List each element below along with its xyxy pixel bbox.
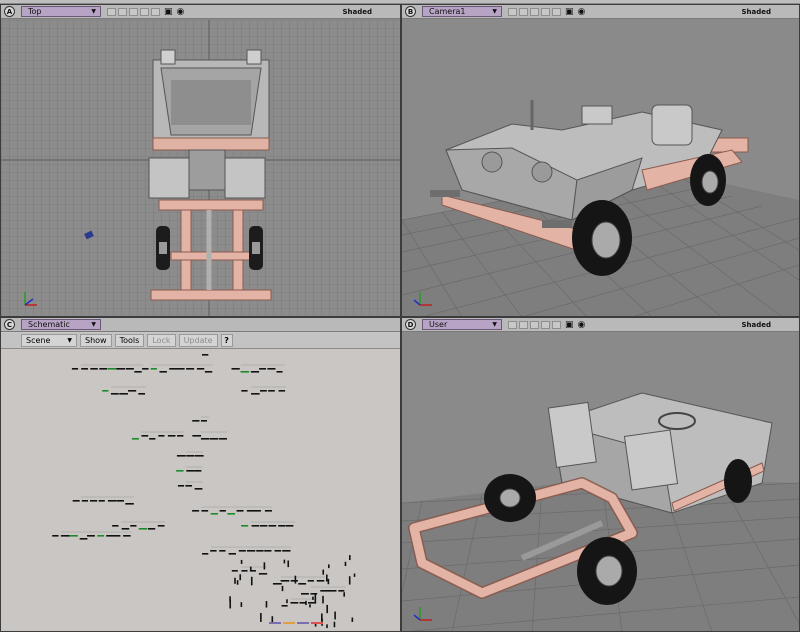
viewport-letter[interactable]: A (4, 6, 15, 17)
viewport-schematic[interactable]: C Schematic ▼ Scene ▼ Show Tools Lock Upda… (0, 317, 401, 632)
viewport-camera1[interactable]: B Camera1 ▼ ▣ ◉ Shaded (401, 4, 800, 317)
eye-icon[interactable]: ◉ (177, 7, 185, 17)
viewport-view-label: Camera1 (429, 7, 466, 16)
viewport-toggle-boxes[interactable] (508, 7, 561, 16)
viewport-header: A Top ▼ ▣ ◉ Shaded (1, 5, 400, 19)
scene-dropdown[interactable]: Scene ▼ (21, 334, 77, 347)
viewport-canvas[interactable] (1, 20, 400, 316)
viewport-toggle-boxes[interactable] (107, 7, 160, 16)
viewport-view-menu[interactable]: Top ▼ (21, 6, 101, 17)
chevron-down-icon: ▼ (67, 337, 72, 344)
viewport-letter[interactable]: B (405, 6, 416, 17)
viewport-view-label: User (429, 320, 448, 329)
show-menu-button[interactable]: Show (80, 334, 112, 347)
jeep-top-view[interactable] (148, 49, 272, 301)
tools-menu-button[interactable]: Tools (114, 334, 145, 347)
viewport-shading-mode[interactable]: Shaded (741, 8, 771, 16)
viewport-view-label: Schematic (28, 320, 70, 329)
viewport-canvas[interactable] (402, 20, 799, 316)
camera-icon[interactable]: ▣ (164, 7, 173, 17)
viewport-view-menu[interactable]: Camera1 ▼ (422, 6, 502, 17)
viewport-user[interactable]: D User ▼ ▣ ◉ Shaded (401, 317, 800, 632)
eye-icon[interactable]: ◉ (578, 320, 586, 330)
camera-icon[interactable]: ▣ (565, 320, 574, 330)
lock-button[interactable]: Lock (147, 334, 176, 347)
viewport-menu-arrow-icon: ▼ (492, 321, 497, 328)
viewport-shading-mode[interactable]: Shaded (741, 321, 771, 329)
schematic-toolbar: Scene ▼ Show Tools Lock Update ? (1, 333, 400, 349)
help-icon[interactable]: ? (220, 334, 233, 347)
viewport-view-menu[interactable]: Schematic ▼ (21, 319, 101, 330)
viewport-header: B Camera1 ▼ ▣ ◉ Shaded (402, 5, 799, 19)
viewport-canvas[interactable] (402, 333, 799, 631)
scene-label: Scene (26, 336, 51, 345)
viewport-view-menu[interactable]: User ▼ (422, 319, 502, 330)
eye-icon[interactable]: ◉ (578, 7, 586, 17)
update-button[interactable]: Update (178, 334, 218, 347)
viewport-letter[interactable]: D (405, 319, 416, 330)
viewport-menu-arrow-icon: ▼ (91, 321, 96, 328)
schematic-canvas[interactable] (1, 350, 400, 631)
viewport-shading-mode[interactable]: Shaded (342, 8, 372, 16)
viewport-view-label: Top (28, 7, 42, 16)
viewport-header: C Schematic ▼ (1, 318, 400, 332)
viewport-top[interactable]: A Top ▼ ▣ ◉ Shaded (0, 4, 401, 317)
viewport-toggle-boxes[interactable] (508, 320, 561, 329)
viewport-menu-arrow-icon: ▼ (91, 8, 96, 15)
viewport-letter[interactable]: C (4, 319, 15, 330)
camera-icon[interactable]: ▣ (565, 7, 574, 17)
schematic-node-graph[interactable] (1, 350, 400, 632)
viewport-header: D User ▼ ▣ ◉ Shaded (402, 318, 799, 332)
viewport-menu-arrow-icon: ▼ (492, 8, 497, 15)
